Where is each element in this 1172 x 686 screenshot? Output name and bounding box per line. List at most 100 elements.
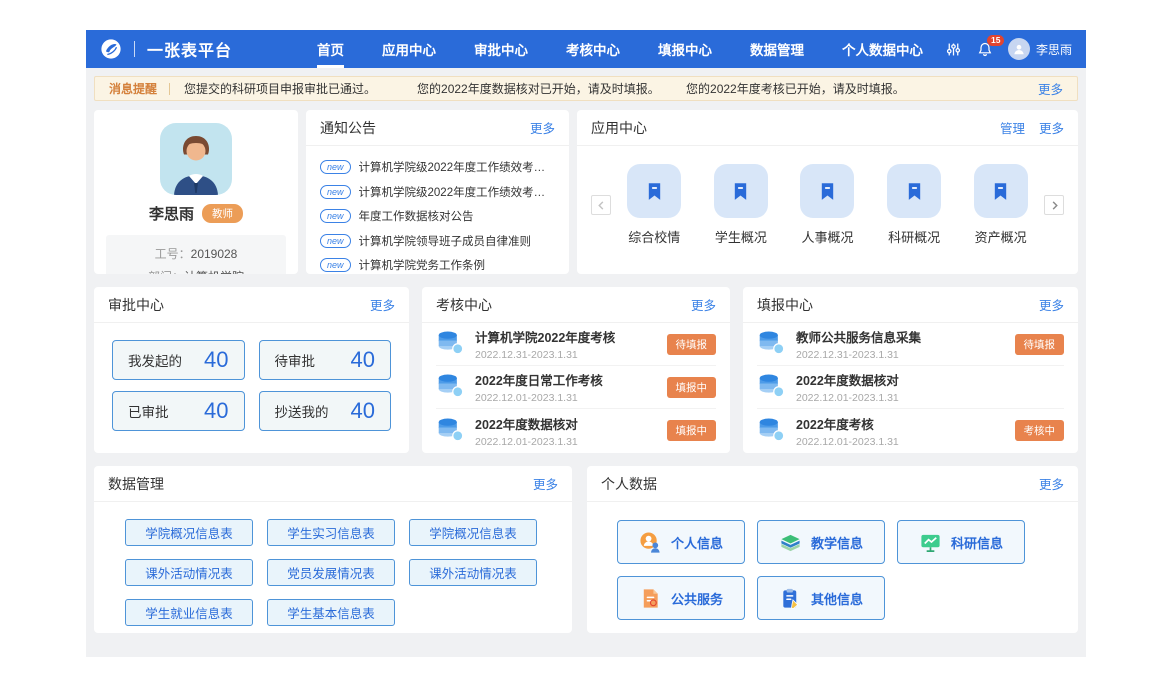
assessment-item[interactable]: 2022年度数据核对 2022.12.01-2023.1.31 填报中	[436, 409, 716, 452]
table-button[interactable]: 党员发展情况表	[267, 559, 395, 586]
filling-item[interactable]: 2022年度考核 2022.12.01-2023.1.31 考核中	[757, 409, 1064, 452]
approval-more-link[interactable]: 更多	[370, 295, 395, 314]
app-item-hr-overview[interactable]: 人事概况	[796, 164, 858, 246]
app-item-student-overview[interactable]: 学生概况	[710, 164, 772, 246]
data-management-card: 数据管理 更多 学院概况信息表 学生实习信息表 学院概况信息表 课外活动情况表 …	[94, 466, 572, 633]
app-center-title: 应用中心	[591, 118, 647, 138]
message-item[interactable]: 您提交的科研项目申报审批已通过。	[184, 80, 417, 97]
approval-center-card: 审批中心 更多 我发起的 40 待审批 40 已审批 40	[94, 287, 409, 453]
bookmark-icon	[627, 164, 681, 218]
bookmark-icon	[974, 164, 1028, 218]
stat-cc-to-me[interactable]: 抄送我的 40	[259, 391, 392, 431]
navbar-right: 15 李思雨	[945, 38, 1072, 60]
public-service-button[interactable]: 公共服务	[617, 576, 745, 620]
filling-item[interactable]: 教师公共服务信息采集 2022.12.31-2023.1.31 待填报	[757, 323, 1064, 366]
chevron-right-icon[interactable]	[1044, 195, 1064, 215]
database-icon	[757, 327, 786, 361]
other-info-button[interactable]: 其他信息	[757, 576, 885, 620]
filling-item[interactable]: 2022年度数据核对 2022.12.01-2023.1.31	[757, 366, 1064, 409]
database-icon	[436, 370, 465, 404]
personal-data-more-link[interactable]: 更多	[1039, 474, 1064, 493]
clipboard-icon	[779, 587, 802, 610]
assessment-more-link[interactable]: 更多	[691, 295, 716, 314]
filling-center-card: 填报中心 更多 教师公共服务信息采集 2022.12.31-2023.1.31 …	[743, 287, 1078, 453]
app-center-more-link[interactable]: 更多	[1039, 118, 1064, 137]
chart-board-icon	[919, 531, 942, 554]
nav-item-approval-center[interactable]: 审批中心	[455, 30, 547, 68]
bookmark-icon	[714, 164, 768, 218]
app-item-school-overview[interactable]: 综合校情	[623, 164, 685, 246]
message-item[interactable]: 您的2022年度数据核对已开始，请及时填报。	[417, 80, 686, 97]
message-item[interactable]: 您的2022年度考核已开始，请及时填报。	[686, 80, 1038, 97]
person-icon	[639, 531, 662, 554]
personal-info-button[interactable]: 个人信息	[617, 520, 745, 564]
brand-name: 一张表平台	[147, 37, 232, 61]
nav-item-filling-center[interactable]: 填报中心	[639, 30, 731, 68]
database-icon	[436, 327, 465, 361]
filling-more-link[interactable]: 更多	[1039, 295, 1064, 314]
bell-icon[interactable]: 15	[977, 41, 993, 58]
user-menu[interactable]: 李思雨	[1008, 38, 1072, 60]
books-icon	[779, 531, 802, 554]
approval-center-title: 审批中心	[108, 295, 164, 315]
employee-id-label: 工号：	[155, 247, 191, 261]
table-button[interactable]: 学院概况信息表	[409, 519, 537, 546]
stat-pending-approval[interactable]: 待审批 40	[259, 340, 392, 380]
notice-item[interactable]: new 计算机学院领导班子成员自律准则	[320, 229, 555, 254]
table-button[interactable]: 课外活动情况表	[125, 559, 253, 586]
profile-avatar	[160, 123, 232, 195]
main-nav: 首页 应用中心 审批中心 考核中心 填报中心 数据管理 个人数据中心	[298, 30, 942, 68]
data-management-more-link[interactable]: 更多	[533, 474, 558, 493]
database-icon	[757, 370, 786, 404]
row-bottom: 数据管理 更多 学院概况信息表 学生实习信息表 学院概况信息表 课外活动情况表 …	[94, 466, 1078, 633]
app-item-asset-overview[interactable]: 资产概况	[970, 164, 1032, 246]
sliders-icon[interactable]	[945, 41, 962, 58]
table-button[interactable]: 学院概况信息表	[125, 519, 253, 546]
message-more-link[interactable]: 更多	[1038, 79, 1063, 98]
nav-item-assessment-center[interactable]: 考核中心	[547, 30, 639, 68]
table-button[interactable]: 课外活动情况表	[409, 559, 537, 586]
teaching-info-button[interactable]: 教学信息	[757, 520, 885, 564]
app-item-research-overview[interactable]: 科研概况	[883, 164, 945, 246]
database-icon	[757, 414, 786, 448]
notification-badge: 15	[987, 35, 1004, 46]
stat-initiated-by-me[interactable]: 我发起的 40	[112, 340, 245, 380]
app-center-manage-link[interactable]: 管理	[1000, 118, 1025, 137]
filling-list: 教师公共服务信息采集 2022.12.31-2023.1.31 待填报 2022…	[743, 323, 1078, 452]
page-content: 消息提醒 您提交的科研项目申报审批已通过。 您的2022年度数据核对已开始，请及…	[86, 68, 1086, 657]
app-center-card: 应用中心 管理 更多 综合校情	[577, 110, 1078, 274]
logo-icon	[100, 38, 122, 60]
notice-card: 通知公告 更多 new 计算机学院级2022年度工作绩效考核结果公示 new 计…	[306, 110, 569, 274]
research-info-button[interactable]: 科研信息	[897, 520, 1025, 564]
profile-name: 李思雨	[149, 203, 194, 224]
assessment-item[interactable]: 计算机学院2022年度考核 2022.12.31-2023.1.31 待填报	[436, 323, 716, 366]
notice-more-link[interactable]: 更多	[530, 118, 555, 137]
chevron-left-icon[interactable]	[591, 195, 611, 215]
status-badge: 待填报	[667, 334, 717, 355]
message-alert-bar: 消息提醒 您提交的科研项目申报审批已通过。 您的2022年度数据核对已开始，请及…	[94, 76, 1078, 101]
nav-item-home[interactable]: 首页	[298, 30, 363, 68]
table-button[interactable]: 学生基本信息表	[267, 599, 395, 626]
notice-item[interactable]: new 计算机学院级2022年度工作绩效考核办法	[320, 180, 555, 205]
new-badge: new	[320, 234, 351, 248]
user-avatar-icon	[1008, 38, 1030, 60]
employee-id-value: 2019028	[191, 247, 238, 261]
bookmark-icon	[887, 164, 941, 218]
notice-item[interactable]: new 年度工作数据核对公告	[320, 204, 555, 229]
brand: 一张表平台	[100, 37, 232, 61]
notice-item[interactable]: new 计算机学院级2022年度工作绩效考核结果公示	[320, 155, 555, 180]
table-button[interactable]: 学生就业信息表	[125, 599, 253, 626]
notice-title: 通知公告	[320, 118, 376, 138]
nav-item-app-center[interactable]: 应用中心	[363, 30, 455, 68]
profile-card: 李思雨 教师 工号：2019028 部门：计算机学院	[94, 110, 298, 274]
personal-data-card: 个人数据 更多	[587, 466, 1078, 633]
nav-item-data-management[interactable]: 数据管理	[731, 30, 823, 68]
notice-item[interactable]: new 计算机学院党务工作条例	[320, 253, 555, 274]
row-top: 李思雨 教师 工号：2019028 部门：计算机学院 通知公告 更多	[94, 110, 1078, 274]
nav-item-personal-data-center[interactable]: 个人数据中心	[823, 30, 942, 68]
stat-approved[interactable]: 已审批 40	[112, 391, 245, 431]
teacher-badge: 教师	[202, 204, 243, 223]
brand-divider	[134, 41, 135, 57]
table-button[interactable]: 学生实习信息表	[267, 519, 395, 546]
assessment-item[interactable]: 2022年度日常工作考核 2022.12.01-2023.1.31 填报中	[436, 366, 716, 409]
